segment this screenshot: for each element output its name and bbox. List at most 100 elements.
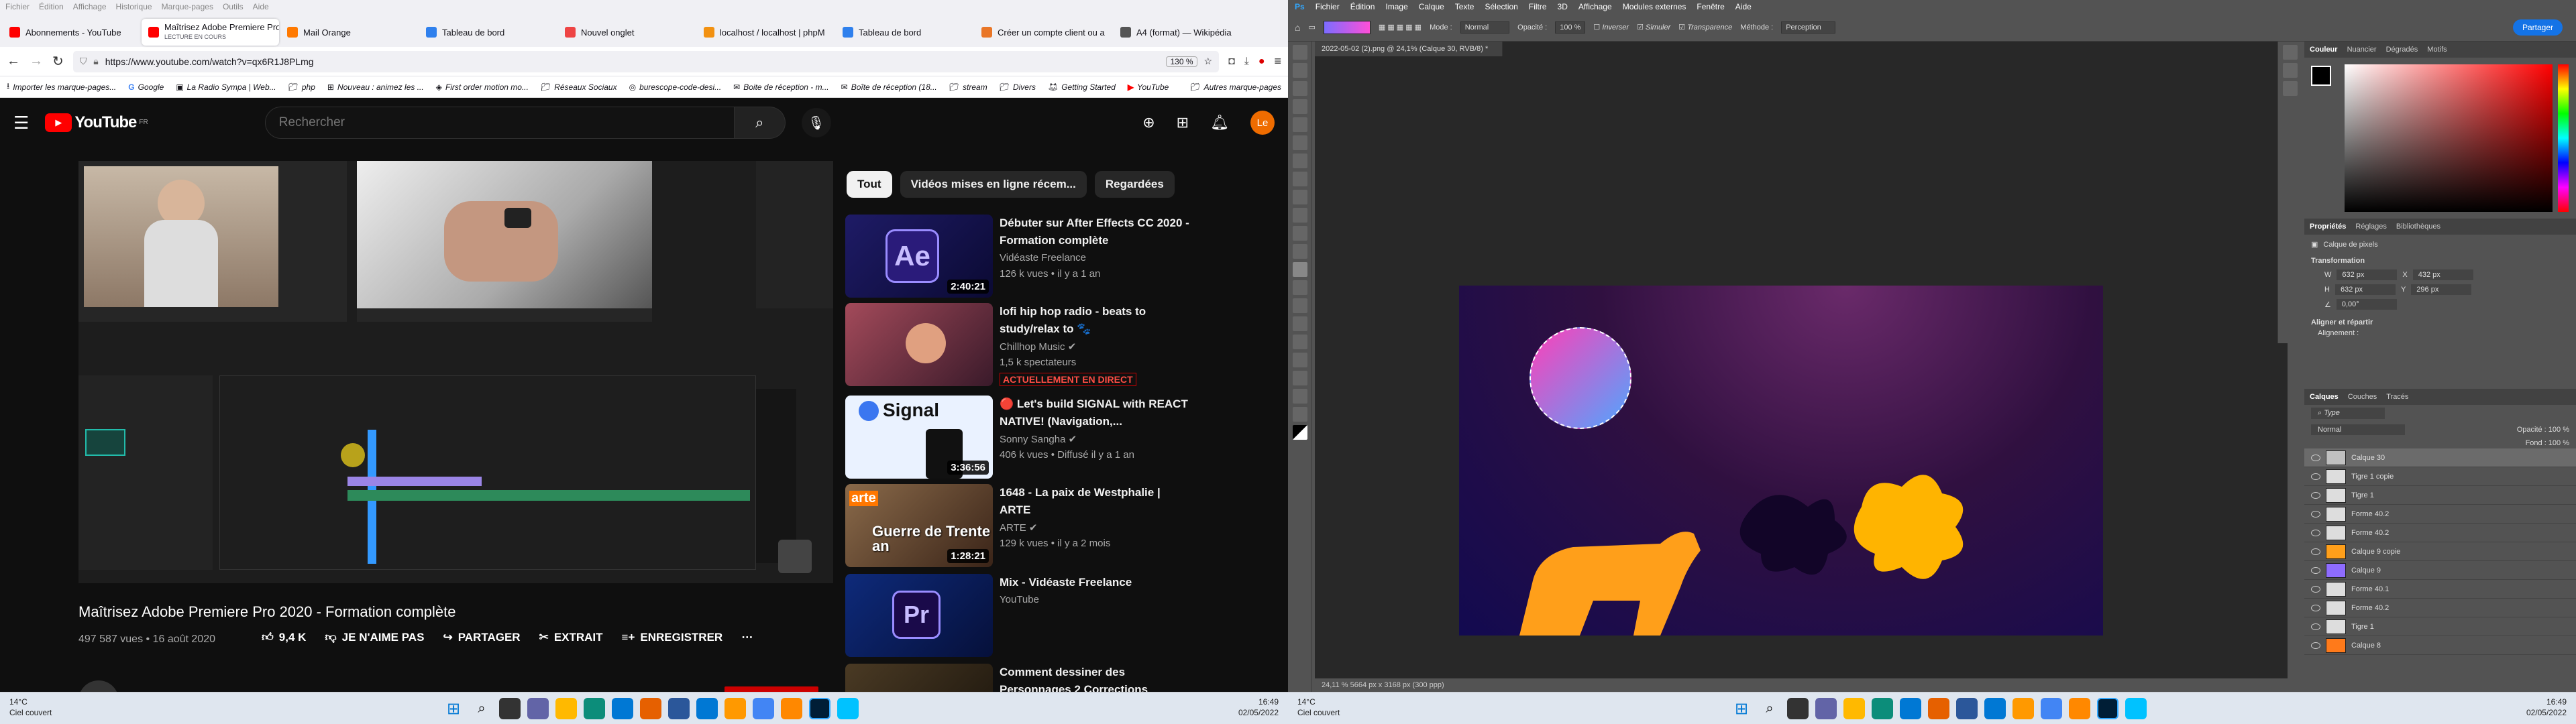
crop-tool-icon[interactable] <box>1293 117 1307 132</box>
lasso-tool-icon[interactable] <box>1293 81 1307 96</box>
home-icon[interactable]: ⌂ <box>1295 22 1300 33</box>
ps-menu-item[interactable]: Fichier <box>1316 2 1340 11</box>
search-icon[interactable]: ⌕ <box>471 698 492 719</box>
app-icon[interactable] <box>2125 698 2147 719</box>
edge-icon[interactable] <box>584 698 605 719</box>
rec-channel[interactable]: Sonny Sangha ✔ <box>1000 433 1077 445</box>
zoom-indicator[interactable]: 130 % <box>1166 56 1197 67</box>
layer-row[interactable]: Tigre 1 <box>2304 486 2576 505</box>
recommended-video[interactable]: Ae 2:40:21 Débuter sur After Effects CC … <box>845 215 1194 302</box>
tab-patterns[interactable]: Motifs <box>2427 46 2447 54</box>
opacity-input[interactable]: 100 % <box>1555 21 1586 34</box>
recommended-video[interactable]: arte Guerre de Trente an 1:28:21 1648 - … <box>845 484 1194 571</box>
layer-name[interactable]: Tigre 1 <box>2351 623 2374 631</box>
recommended-mix[interactable]: Pr Mix - Vidéaste Freelance YouTube <box>845 574 1194 661</box>
bookmark-item[interactable]: 📁︎ php <box>288 82 315 92</box>
tab-active-video[interactable]: Maîtrisez Adobe Premiere Pro LECTURE EN C… <box>142 19 279 46</box>
notifications-bell-icon[interactable]: 🔔︎ <box>1210 114 1229 131</box>
visibility-eye-icon[interactable] <box>2311 566 2320 574</box>
eraser-tool-icon[interactable] <box>1293 244 1307 259</box>
star-icon[interactable]: ☆ <box>1204 56 1213 67</box>
align-heading[interactable]: Aligner et répartir <box>2304 312 2576 328</box>
hand-tool-icon[interactable] <box>1293 389 1307 404</box>
tab-dashboard-2[interactable]: Tableau de bord <box>836 19 973 46</box>
rec-title[interactable]: Mix - Vidéaste Freelance <box>1000 574 1194 591</box>
layer-row[interactable]: Calque 8 <box>2304 636 2576 655</box>
history-brush-tool-icon[interactable] <box>1293 226 1307 241</box>
youtube-logo[interactable]: ▶ YouTube FR <box>45 113 148 132</box>
marquee-tool-icon[interactable] <box>1293 63 1307 78</box>
dislike-button[interactable]: 👎︎ JE N'AIME PAS <box>325 630 424 644</box>
bookmark-item[interactable]: ◈ First order motion mo... <box>436 82 529 92</box>
tab-properties[interactable]: Propriétés <box>2310 223 2346 231</box>
firefox-icon[interactable] <box>1928 698 1949 719</box>
tab-phpmyadmin[interactable]: localhost / localhost | phpM <box>697 19 835 46</box>
file-explorer-icon[interactable] <box>555 698 577 719</box>
bookmark-item[interactable]: 📁︎ Divers <box>1000 82 1036 92</box>
layer-name[interactable]: Tigre 1 <box>2351 491 2374 499</box>
type-tool-icon[interactable] <box>1293 335 1307 349</box>
angle-input[interactable]: 0,00° <box>2336 299 2397 310</box>
brush-panel-icon[interactable] <box>2283 63 2298 78</box>
word-icon[interactable] <box>1956 698 1978 719</box>
tab-mail[interactable]: Mail Orange <box>280 19 418 46</box>
path-selection-tool-icon[interactable] <box>1293 353 1307 367</box>
forward-icon[interactable]: → <box>30 54 43 69</box>
chrome-icon[interactable] <box>2041 698 2062 719</box>
task-view-icon[interactable] <box>1787 698 1809 719</box>
layer-name[interactable]: Forme 40.1 <box>2351 585 2389 593</box>
rec-title[interactable]: 🔴 Let's build SIGNAL with REACT NATIVE! … <box>1000 396 1194 430</box>
pen-tool-icon[interactable] <box>1293 316 1307 331</box>
blend-mode-select[interactable]: Normal <box>2311 424 2405 435</box>
bookmark-item[interactable]: ✉ Boîte de réception (18... <box>841 82 937 92</box>
rec-channel[interactable]: Vidéaste Freelance <box>1000 252 1086 263</box>
tab-wikipedia[interactable]: A4 (format) — Wikipédia <box>1114 19 1251 46</box>
firefox-alt-icon[interactable] <box>2069 698 2090 719</box>
menu-bookmarks[interactable]: Marque-pages <box>162 2 213 11</box>
visibility-eye-icon[interactable] <box>2311 642 2320 649</box>
width-input[interactable]: 632 px <box>2337 269 2398 280</box>
firefox-alt-icon[interactable] <box>781 698 802 719</box>
file-explorer-icon[interactable] <box>1843 698 1865 719</box>
layer-name[interactable]: Calque 9 copie <box>2351 548 2400 556</box>
visibility-eye-icon[interactable] <box>2311 548 2320 555</box>
menu-file[interactable]: Fichier <box>5 2 30 11</box>
bookmark-item[interactable]: 📁︎ Autres marque-pages <box>1190 82 1281 92</box>
bookmark-item[interactable]: 📁︎ stream <box>949 82 987 92</box>
rec-title[interactable]: lofi hip hop radio - beats to study/rela… <box>1000 303 1194 338</box>
menu-view[interactable]: Affichage <box>73 2 107 11</box>
layer-name[interactable]: Forme 40.2 <box>2351 529 2389 537</box>
app-icon[interactable] <box>837 698 859 719</box>
layer-row[interactable]: Forme 40.2 <box>2304 505 2576 524</box>
video-thumbnail[interactable]: Ae 2:40:21 <box>845 215 993 298</box>
clock[interactable]: 16:49 02/05/2022 <box>1238 697 1279 718</box>
dither-checkbox[interactable]: ☑ Simuler <box>1637 23 1670 32</box>
layer-opacity[interactable]: Opacité : 100 % <box>2517 426 2569 434</box>
video-thumbnail[interactable]: Pr <box>845 574 993 657</box>
video-thumbnail[interactable]: arte Guerre de Trente an 1:28:21 <box>845 484 993 567</box>
frame-tool-icon[interactable] <box>1293 135 1307 150</box>
rec-channel[interactable]: ARTE ✔ <box>1000 522 1037 534</box>
layer-row[interactable]: Forme 40.1 <box>2304 580 2576 599</box>
task-view-icon[interactable] <box>499 698 521 719</box>
layer-fill[interactable]: Fond : 100 % <box>2526 439 2569 447</box>
tab-gradients[interactable]: Dégradés <box>2386 46 2418 54</box>
menu-tools[interactable]: Outils <box>223 2 244 11</box>
dodge-tool-icon[interactable] <box>1293 298 1307 313</box>
tab-swatches[interactable]: Nuancier <box>2347 46 2377 54</box>
recommended-video[interactable]: Signal 3:36:56 🔴 Let's build SIGNAL with… <box>845 396 1194 483</box>
gradient-preview[interactable] <box>1323 20 1371 34</box>
stamp-tool-icon[interactable] <box>1293 208 1307 223</box>
video-player[interactable] <box>78 161 833 583</box>
store-icon[interactable] <box>612 698 633 719</box>
tab-paths[interactable]: Tracés <box>2386 393 2408 401</box>
url-text[interactable]: https://www.youtube.com/watch?v=qx6R1J8P… <box>105 56 314 67</box>
mail-icon[interactable] <box>1984 698 2006 719</box>
address-bar[interactable]: ⛉ 🔒︎ https://www.youtube.com/watch?v=qx6… <box>72 50 1220 72</box>
move-tool-icon[interactable] <box>1293 45 1307 60</box>
clip-button[interactable]: ✂ EXTRAIT <box>539 631 603 644</box>
store-icon[interactable] <box>1900 698 1921 719</box>
hue-slider[interactable] <box>2558 64 2569 212</box>
tab-dashboard[interactable]: Tableau de bord <box>419 19 557 46</box>
tab-libraries[interactable]: Bibliothèques <box>2396 223 2440 231</box>
